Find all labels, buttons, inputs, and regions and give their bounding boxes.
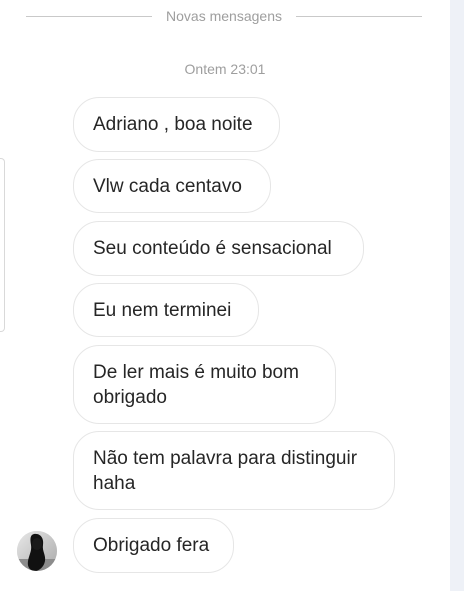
new-messages-divider: Novas mensagens xyxy=(26,7,423,25)
message-bubble[interactable]: Não tem palavra para distinguir haha xyxy=(73,431,395,510)
right-panel-strip xyxy=(450,0,464,591)
divider-line-right xyxy=(295,15,423,17)
left-panel-edge xyxy=(0,158,5,332)
message-bubble[interactable]: Obrigado fera xyxy=(73,518,234,573)
message-bubble[interactable]: De ler mais é muito bom obrigado xyxy=(73,345,336,424)
message-timestamp: Ontem 23:01 xyxy=(184,61,266,77)
user-avatar-photo-icon xyxy=(17,531,57,571)
message-bubble[interactable]: Vlw cada centavo xyxy=(73,159,271,213)
new-messages-label: Novas mensagens xyxy=(166,8,282,24)
message-bubble[interactable]: Adriano , boa noite xyxy=(73,97,280,152)
message-bubble[interactable]: Eu nem terminei xyxy=(73,283,259,337)
divider-line-left xyxy=(26,15,153,17)
sender-avatar[interactable] xyxy=(17,531,57,571)
message-bubble[interactable]: Seu conteúdo é sensacional xyxy=(73,221,364,276)
